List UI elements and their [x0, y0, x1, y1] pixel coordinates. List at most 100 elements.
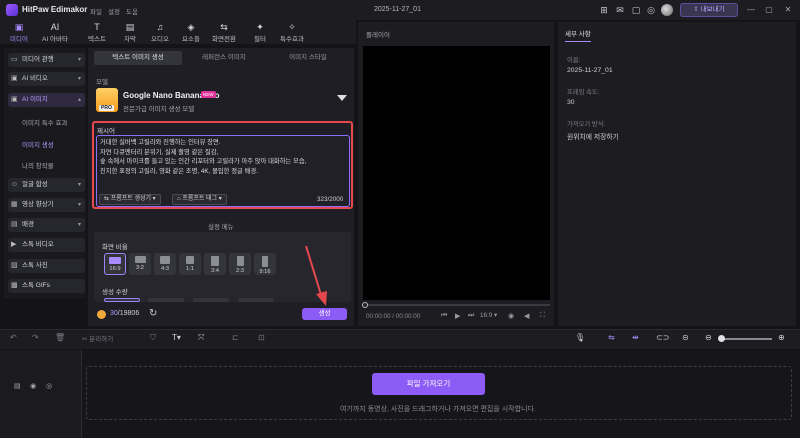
maximize-icon[interactable]: ▢: [762, 3, 776, 17]
toolbar-item-elements[interactable]: ◈ 요소들: [174, 22, 208, 43]
gen-count-option[interactable]: [193, 298, 229, 302]
gen-count-option[interactable]: [238, 298, 274, 302]
ratio-option[interactable]: 3:4: [204, 253, 226, 275]
track-header: [0, 350, 82, 438]
track-lock-icon[interactable]: ▤: [14, 382, 21, 390]
sidebar-subitem-image-effects[interactable]: 이미지 특수 효과: [22, 117, 67, 127]
text-tool-icon[interactable]: T▾: [172, 333, 181, 342]
headset-icon[interactable]: ◎: [645, 4, 657, 16]
toolbar-item-transition[interactable]: ⇆ 화면전환: [207, 22, 241, 43]
toolbar-item-text[interactable]: T 텍스트: [80, 22, 114, 43]
prompt-line: 진지한 표정의 고릴라, 영화 같은 조명, 4K, 몰입한 정글 배경.: [100, 167, 258, 175]
freeze-icon[interactable]: ⊡: [258, 333, 265, 342]
sidebar-item-face-swap[interactable]: ☺ 얼굴 합성 ▾: [8, 178, 85, 192]
split-button[interactable]: ✂ 분리하기: [82, 333, 113, 343]
ratio-option[interactable]: 4:3: [154, 253, 176, 275]
zoom-handle[interactable]: [718, 335, 725, 342]
ratio-option[interactable]: 9:16: [254, 253, 276, 275]
prompt-tag-label: 프롬프트 태그: [182, 196, 218, 202]
redo-icon[interactable]: ↷: [32, 333, 39, 342]
sidebar-subitem-my-creations[interactable]: 나의 창작물: [22, 160, 54, 170]
track-visibility-icon[interactable]: ◉: [30, 382, 36, 390]
sidebar-item-label: 영상 향상기: [22, 201, 54, 208]
snap-icon[interactable]: ⇹: [632, 333, 639, 342]
tab-reference-image[interactable]: 레퍼런스 이미지: [182, 51, 266, 65]
close-icon[interactable]: ✕: [781, 3, 795, 17]
fullscreen-icon[interactable]: ⛶: [540, 312, 545, 320]
delete-icon[interactable]: 🗑: [55, 333, 65, 342]
export-icon: ⇧: [693, 6, 701, 13]
prev-frame-icon[interactable]: ⏮: [441, 312, 447, 320]
aspect-ratio-select[interactable]: 16:9 ▾: [480, 312, 497, 319]
undo-icon[interactable]: ↶: [10, 333, 17, 342]
detail-label: 가져오기 방식:: [567, 121, 606, 128]
toolbar-item-subtitle[interactable]: ▤ 자막: [113, 22, 147, 43]
shop-icon[interactable]: ⊞: [598, 4, 610, 16]
sidebar-item-stock-video[interactable]: ▶ 스톡 비디오: [8, 238, 85, 252]
refresh-icon[interactable]: ↻: [149, 308, 157, 319]
prompt-tag-button[interactable]: ⌂ 프롬프트 태그 ▾: [172, 194, 227, 205]
ratio-option[interactable]: 16:9: [104, 253, 126, 275]
chain-icon[interactable]: ⊂⊃: [656, 333, 669, 342]
gen-count-option[interactable]: [148, 298, 184, 302]
mic-icon[interactable]: 🎙: [575, 333, 585, 342]
export-button[interactable]: ⇧ 내보내기: [680, 3, 738, 17]
volume-icon[interactable]: ◀: [524, 312, 529, 320]
ratio-option[interactable]: 3:2: [129, 253, 151, 275]
toolbar-item-filter[interactable]: ✦ 필터: [243, 22, 277, 43]
link-icon[interactable]: ⇋: [608, 333, 615, 342]
toolbar-item-ai-avatar[interactable]: AI AI 아바타: [38, 22, 72, 43]
next-frame-icon[interactable]: ⏭: [468, 312, 474, 320]
toolbar-item-effects[interactable]: ✧ 특수효과: [275, 22, 309, 43]
prompt-generator-button[interactable]: ⇆ 프롬프트 생성기 ▾: [99, 194, 161, 205]
minimize-icon[interactable]: —: [744, 3, 758, 17]
sidebar-subitem-image-generation[interactable]: 이미지 생성: [22, 139, 54, 149]
menu-file[interactable]: 파일: [90, 6, 102, 16]
tab-image-style[interactable]: 이미지 스타일: [266, 51, 350, 65]
sidebar-item-stock-gifs[interactable]: ▩ 스톡 GIFs: [8, 279, 85, 293]
scrub-bar[interactable]: [363, 304, 550, 306]
chevron-down-icon[interactable]: [337, 95, 347, 101]
tab-details[interactable]: 세부 사항: [565, 28, 591, 42]
sidebar-item-background[interactable]: ▤ 배경 ▾: [8, 218, 85, 232]
zoom-in-icon[interactable]: ⊕: [778, 333, 785, 342]
drop-hint: 여기까지 동영상, 사진을 드래그하거나 가져오면 편집을 시작합니다.: [340, 406, 536, 413]
ratio-label: 4:3: [160, 266, 170, 272]
face-swap-icon: ☺: [11, 181, 19, 188]
toolbar-item-label: 화면전환: [212, 36, 236, 43]
sidebar-item-label: 얼굴 합성: [22, 181, 48, 188]
avatar[interactable]: [661, 4, 673, 16]
track-audio-icon[interactable]: ◎: [46, 382, 52, 390]
message-icon[interactable]: ▢: [630, 4, 642, 16]
gen-count-option[interactable]: [104, 298, 140, 302]
chevron-up-icon: ▴: [77, 97, 81, 103]
sidebar-item-media[interactable]: ▭ 미디어 관행 ▾: [8, 53, 85, 67]
ratio-option[interactable]: 1:1: [179, 253, 201, 275]
credits-current: 30: [110, 310, 118, 317]
generate-button[interactable]: 생성: [302, 308, 347, 320]
marker-icon[interactable]: ⊏: [232, 333, 239, 342]
crop-icon[interactable]: ⤧: [198, 333, 204, 343]
snapshot-icon[interactable]: ◉: [508, 312, 514, 320]
import-file-button[interactable]: 파일 가져오기: [372, 373, 485, 395]
zoom-out-icon[interactable]: ⊖: [705, 333, 712, 342]
shield-icon[interactable]: ⛉: [150, 333, 156, 343]
ratio-label: 3:2: [135, 265, 145, 271]
sidebar-item-ai-image[interactable]: ▣ AI 이미지 ▴: [8, 93, 85, 107]
scrub-handle[interactable]: [362, 302, 368, 308]
menu-help[interactable]: 도움: [126, 6, 138, 16]
timecode: 00:00:00 / 00:00:00: [366, 313, 421, 320]
mail-icon[interactable]: ✉: [614, 4, 626, 16]
play-icon[interactable]: ▶: [455, 312, 460, 320]
split-label: 분리하기: [89, 336, 114, 343]
toggle-icon[interactable]: ⊝: [682, 333, 689, 342]
menu-settings[interactable]: 설정: [108, 6, 120, 16]
toolbar-item-audio[interactable]: ♫ 오디오: [143, 22, 177, 43]
tab-text-to-image[interactable]: 텍스트 이미지 생성: [94, 51, 182, 65]
sidebar-item-ai-video[interactable]: ▣ AI 비디오 ▾: [8, 72, 85, 86]
zoom-slider[interactable]: [720, 338, 772, 340]
ratio-option[interactable]: 2:3: [229, 253, 251, 275]
sidebar-item-stock-photo[interactable]: ▨ 스톡 사진: [8, 259, 85, 273]
sidebar-item-video-enhancer[interactable]: ▦ 영상 향상기 ▾: [8, 198, 85, 212]
toolbar-item-media[interactable]: ▣ 미디어: [2, 22, 36, 43]
